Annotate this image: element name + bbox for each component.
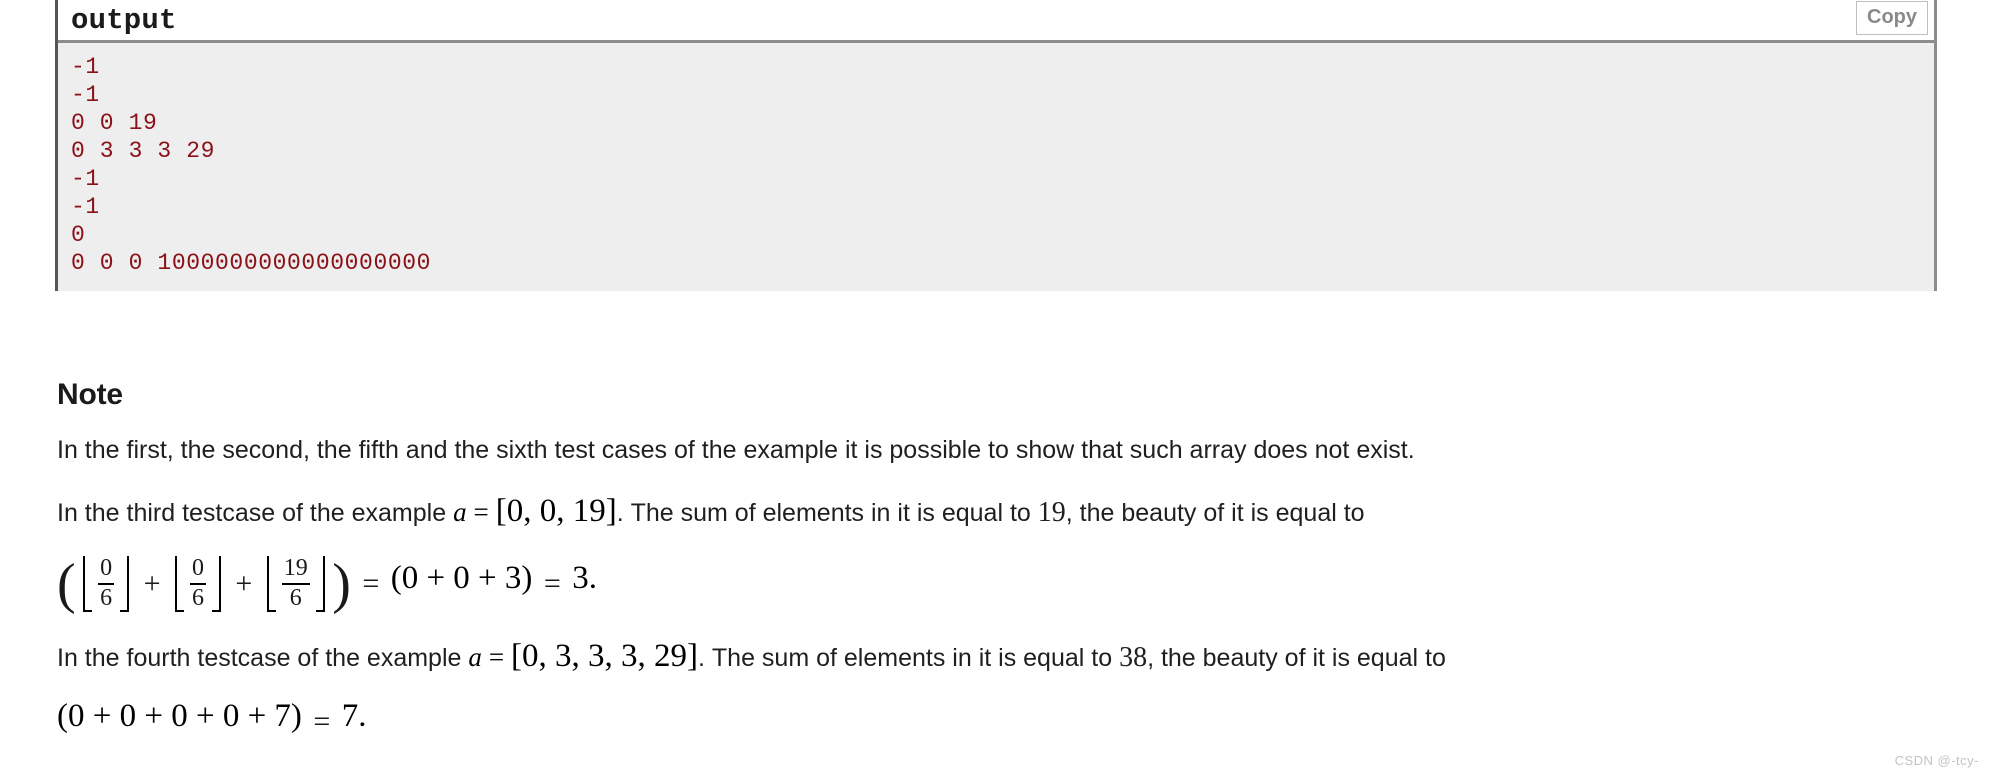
formula-equals: = xyxy=(362,567,380,600)
paragraph-3-lead: In the fourth testcase of the example xyxy=(57,644,462,672)
math-variable-a: a xyxy=(453,497,467,527)
math-array-value: [0, 3, 3, 3, 29] xyxy=(511,638,698,674)
fraction-numerator: 0 xyxy=(191,554,204,581)
floor-term-2: 06 xyxy=(172,555,224,613)
beauty-formula-fourth-testcase: (0 + 0 + 0 + 0 + 7) = 7. xyxy=(57,700,1935,744)
note-paragraph-1: In the first, the second, the fifth and … xyxy=(57,436,1415,464)
math-equals: = xyxy=(488,642,505,672)
formula-equals-2: = xyxy=(543,567,561,600)
formula-plus-2: + xyxy=(235,567,253,600)
floor-left-bracket-icon xyxy=(266,555,277,612)
output-line: 0 xyxy=(71,222,86,248)
beauty-formula-third-testcase: ( 06 + 06 + 19 6 ) = (0 + 0 + 3) = 3. xyxy=(57,553,597,616)
fraction-denominator: 6 xyxy=(281,582,310,612)
paragraph-2-period: . xyxy=(616,499,624,527)
formula-result: 7 xyxy=(341,698,359,735)
floor-term-3: 19 6 xyxy=(264,555,328,613)
output-header: output Copy xyxy=(58,0,1934,43)
note-paragraph-2: In the third testcase of the example a =… xyxy=(57,492,1935,533)
output-body[interactable]: -1 -1 0 0 19 0 3 3 3 29 -1 -1 0 0 0 0 10… xyxy=(58,43,1934,291)
floor-left-bracket-icon xyxy=(174,555,185,612)
output-line: -1 xyxy=(71,54,100,80)
paragraph-2-tail: , the beauty of it is equal to xyxy=(1065,499,1365,527)
floor-left-bracket-icon xyxy=(83,555,93,612)
formula-result: 3 xyxy=(572,560,589,597)
paragraph-3-tail: , the beauty of it is equal to xyxy=(1147,644,1446,672)
fraction-2: 06 xyxy=(185,554,211,612)
output-panel: output Copy -1 -1 0 0 19 0 3 3 3 29 -1 -… xyxy=(55,0,1937,291)
paragraph-3-mid: The sum of elements in it is equal to xyxy=(711,644,1113,672)
fraction-numerator: 19 xyxy=(283,554,308,581)
output-line: -1 xyxy=(71,82,100,108)
fraction-numerator: 0 xyxy=(100,554,113,581)
fraction-1: 06 xyxy=(93,554,119,612)
formula-plus-1: + xyxy=(143,567,161,600)
output-line: 0 0 0 1000000000000000000 xyxy=(71,250,432,276)
math-sum-value: 19 xyxy=(1037,497,1066,528)
fraction-denominator: 6 xyxy=(98,582,115,611)
fraction-3: 19 6 xyxy=(277,554,315,612)
formula-expansion: (0 + 0 + 0 + 0 + 7) xyxy=(57,698,302,735)
paragraph-2-mid: The sum of elements in it is equal to xyxy=(630,499,1031,527)
note-paragraph-3: In the fourth testcase of the example a … xyxy=(57,637,1935,678)
math-array-value: [0, 0, 19] xyxy=(495,493,617,529)
copy-button[interactable]: Copy xyxy=(1856,1,1928,35)
paragraph-3-period: . xyxy=(698,644,705,672)
formula-period: . xyxy=(588,560,597,597)
watermark: CSDN @-tcy- xyxy=(1894,753,1979,768)
formula-expansion: (0 + 0 + 3) xyxy=(390,560,533,597)
note-heading: Note xyxy=(57,378,123,411)
problem-statement-page: output Copy -1 -1 0 0 19 0 3 3 3 29 -1 -… xyxy=(0,0,1991,778)
output-line: 0 3 3 3 29 xyxy=(71,138,216,164)
math-sum-value: 38 xyxy=(1119,642,1148,673)
floor-right-bracket-icon xyxy=(315,555,325,612)
output-line: -1 xyxy=(71,194,100,220)
note-section: Note In the first, the second, the fifth… xyxy=(55,378,1935,768)
fraction-denominator: 6 xyxy=(189,582,206,611)
floor-right-bracket-icon xyxy=(119,555,130,612)
sample-test-output-block: output Copy -1 -1 0 0 19 0 3 3 3 29 -1 -… xyxy=(55,0,1937,291)
floor-term-1: 06 xyxy=(80,555,132,613)
output-line: -1 xyxy=(71,166,100,192)
output-line: 0 0 19 xyxy=(71,110,158,136)
output-title: output xyxy=(71,4,177,37)
math-equals: = xyxy=(473,497,489,527)
formula-equals: = xyxy=(313,705,331,738)
paragraph-2-lead: In the third testcase of the example xyxy=(57,499,447,527)
math-variable-a: a xyxy=(468,642,482,672)
floor-right-bracket-icon xyxy=(211,555,221,612)
formula-period: . xyxy=(358,698,367,735)
